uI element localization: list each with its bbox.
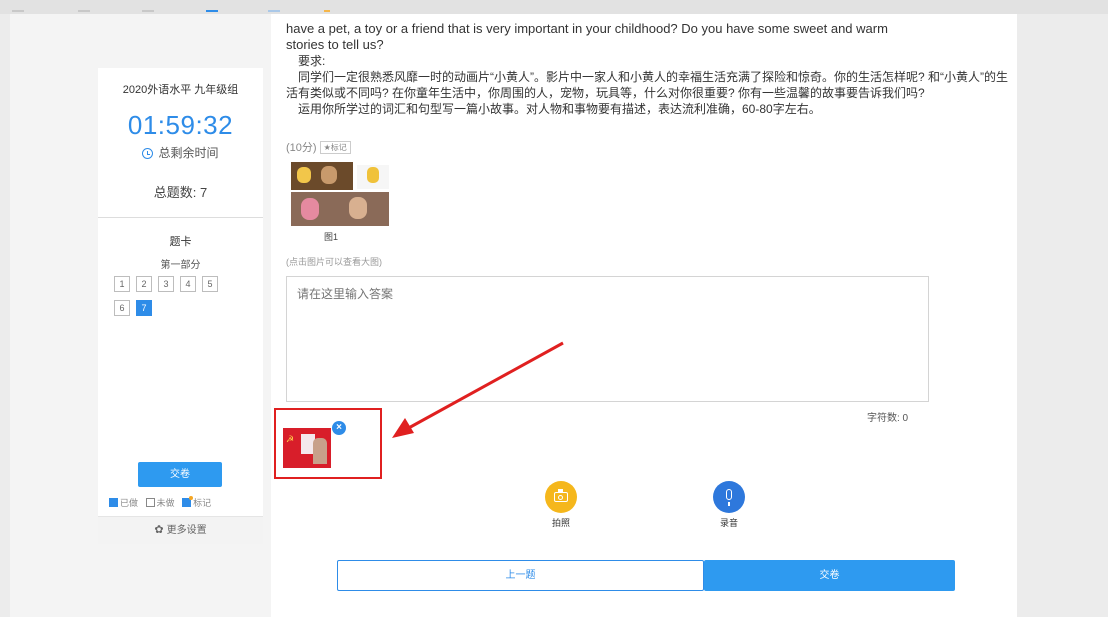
annotation-arrow-icon xyxy=(392,341,564,438)
